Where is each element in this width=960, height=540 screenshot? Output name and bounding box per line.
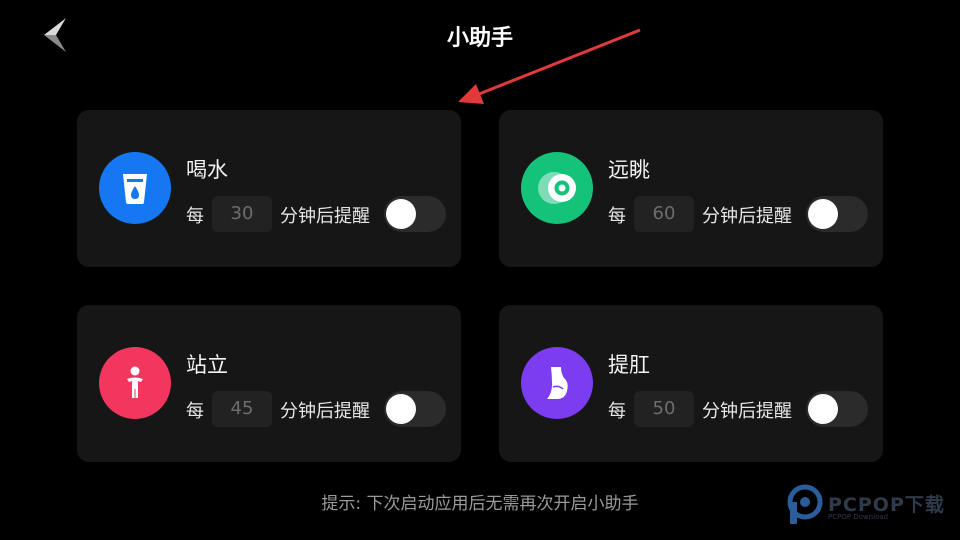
minutes-input[interactable]: 45 [212, 391, 272, 427]
standing-person-icon [99, 347, 171, 419]
pcpop-logo-icon [787, 484, 823, 524]
watermark-subtext: PCPOP Download [828, 513, 889, 521]
minutes-input[interactable]: 60 [634, 196, 694, 232]
toggle-knob [386, 199, 416, 229]
reminder-toggle[interactable] [384, 391, 446, 427]
card-title: 提肛 [608, 353, 650, 377]
toggle-knob [808, 199, 838, 229]
reminder-toggle[interactable] [806, 196, 868, 232]
remind-after-label: 分钟后提醒 [280, 401, 370, 422]
every-label: 每 [186, 206, 204, 227]
minutes-input[interactable]: 30 [212, 196, 272, 232]
reminder-toggle[interactable] [384, 196, 446, 232]
toggle-knob [808, 394, 838, 424]
reminder-card-kegel: 提肛 每 50 分钟后提醒 [499, 305, 883, 462]
every-label: 每 [608, 206, 626, 227]
water-glass-icon [99, 152, 171, 224]
reminder-card-look-far: 远眺 每 60 分钟后提醒 [499, 110, 883, 267]
reminder-card-drink-water: 喝水 每 30 分钟后提醒 [77, 110, 461, 267]
toggle-knob [386, 394, 416, 424]
minutes-input[interactable]: 50 [634, 391, 694, 427]
eye-icon [521, 152, 593, 224]
watermark-logo: PCPOP下载 PCPOP Download [786, 484, 956, 528]
remind-after-label: 分钟后提醒 [702, 401, 792, 422]
every-label: 每 [186, 401, 204, 422]
reminder-toggle[interactable] [806, 391, 868, 427]
reminder-card-stand: 站立 每 45 分钟后提醒 [77, 305, 461, 462]
card-title: 站立 [186, 353, 228, 377]
body-silhouette-icon [521, 347, 593, 419]
card-title: 喝水 [186, 158, 228, 182]
card-title: 远眺 [608, 158, 650, 182]
annotation-arrow [458, 28, 641, 104]
remind-after-label: 分钟后提醒 [702, 206, 792, 227]
every-label: 每 [608, 401, 626, 422]
remind-after-label: 分钟后提醒 [280, 206, 370, 227]
